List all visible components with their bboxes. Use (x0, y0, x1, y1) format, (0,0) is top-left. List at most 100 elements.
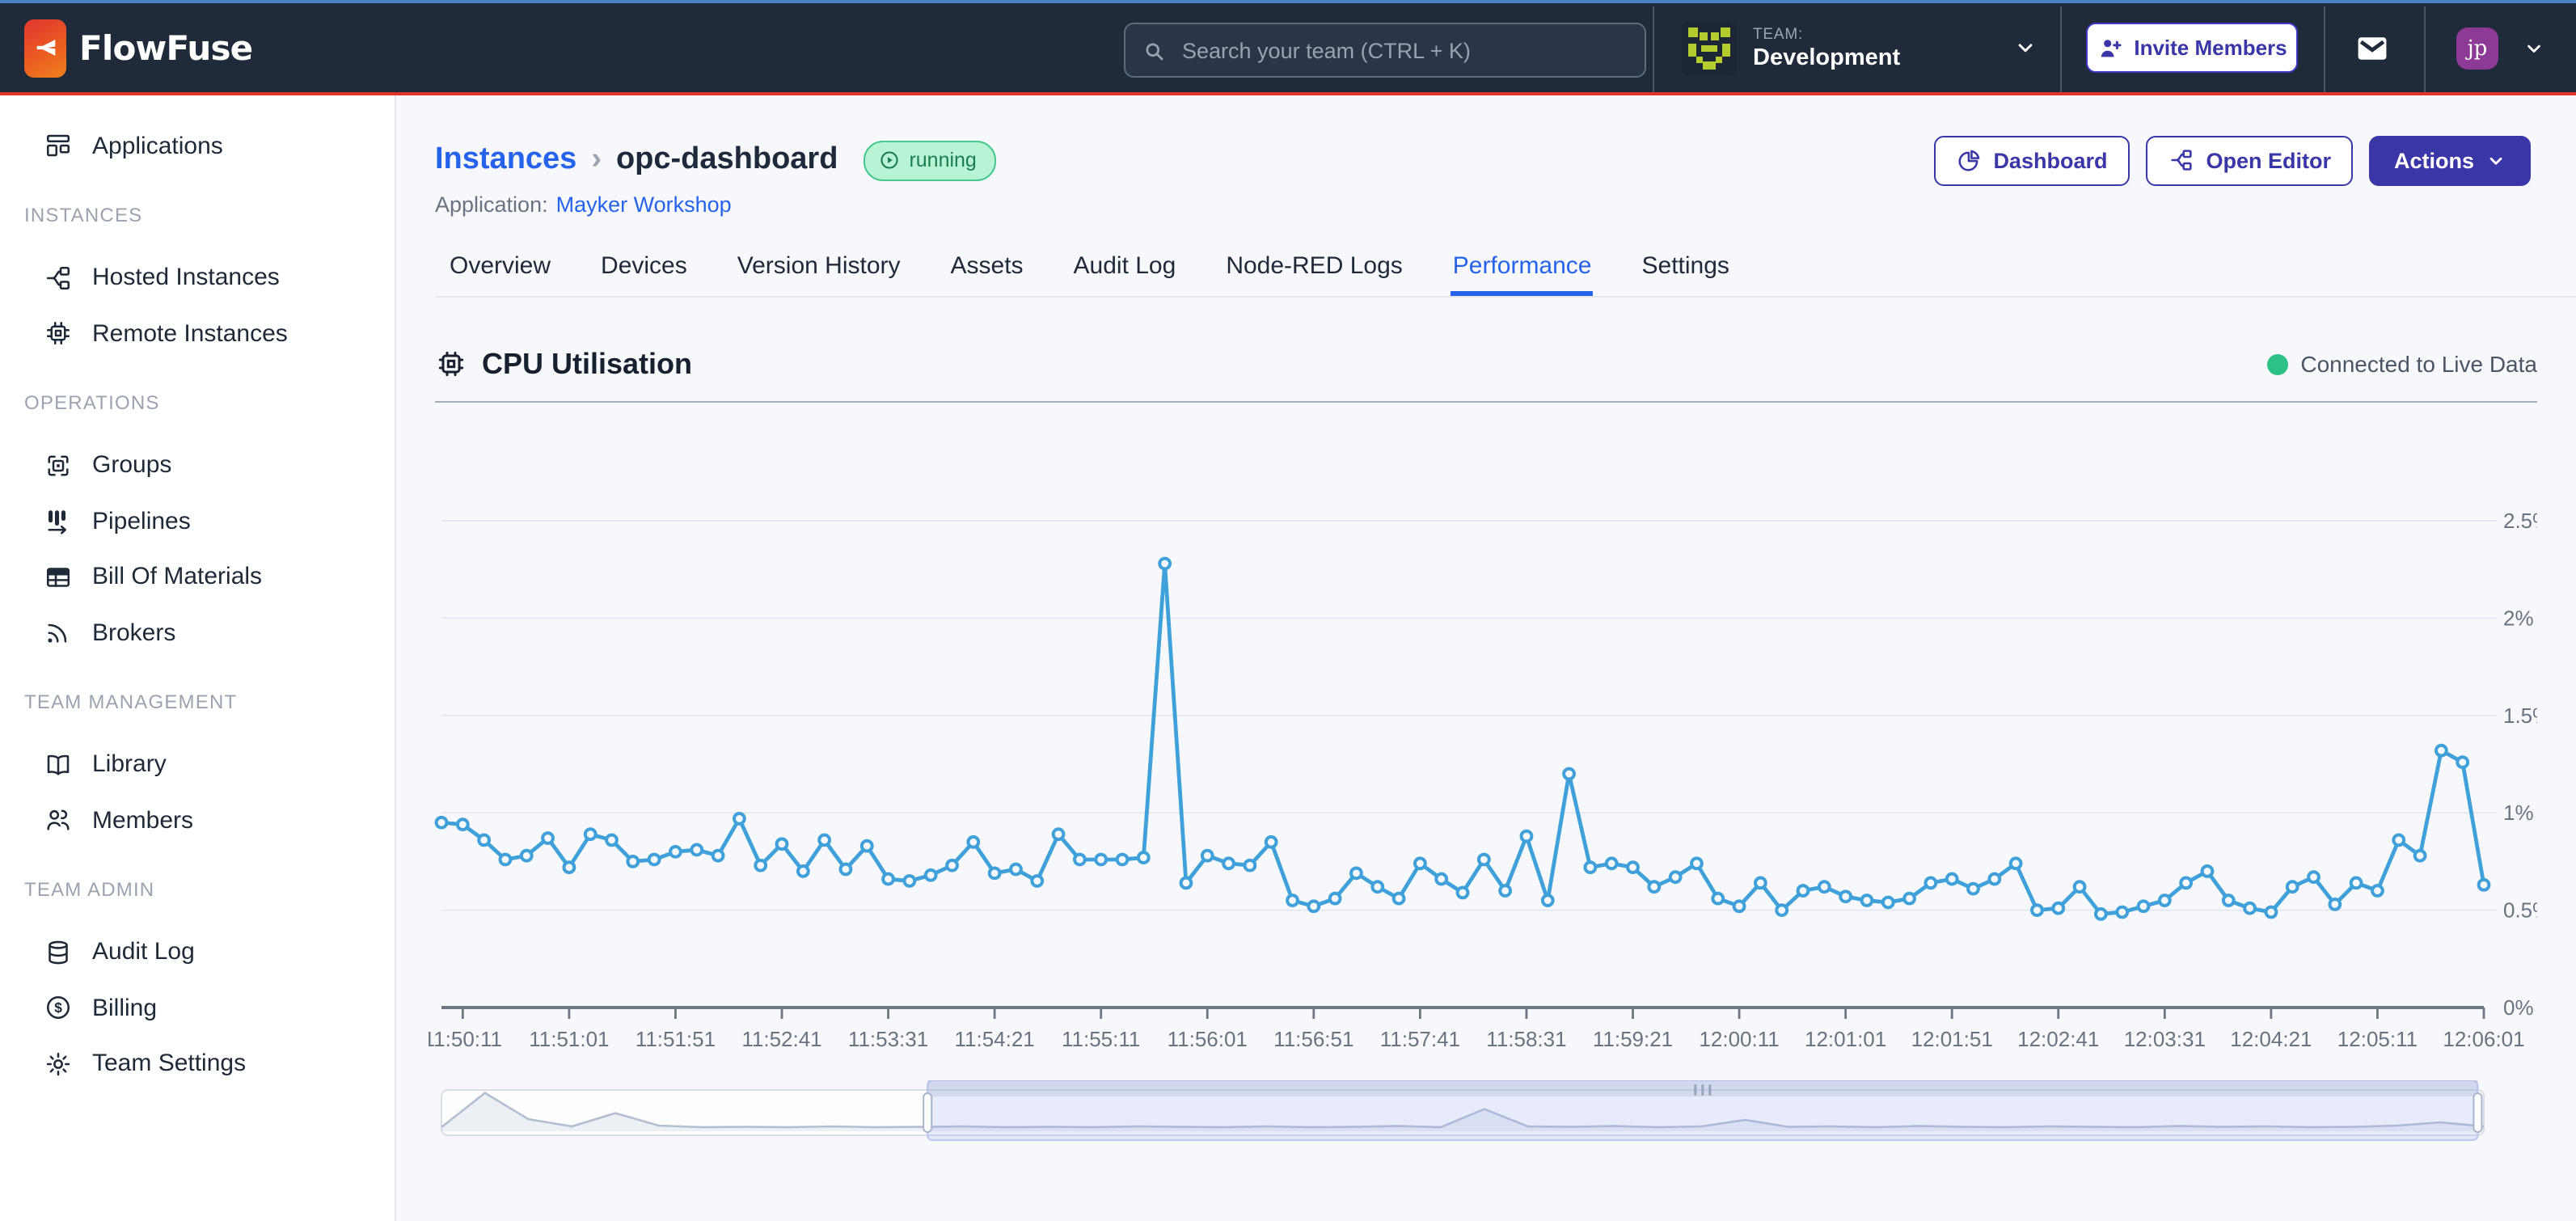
data-point[interactable] (1734, 901, 1745, 911)
data-point[interactable] (1372, 881, 1383, 892)
tab-audit-log[interactable]: Audit Log (1072, 243, 1178, 296)
data-point[interactable] (1564, 769, 1574, 779)
data-point[interactable] (819, 835, 830, 846)
tab-assets[interactable]: Assets (949, 243, 1025, 296)
tab-overview[interactable]: Overview (448, 243, 552, 296)
sidebar-item-audit-log[interactable]: Audit Log (0, 924, 395, 980)
data-point[interactable] (691, 845, 702, 856)
data-point[interactable] (968, 837, 978, 847)
application-link[interactable]: Mayker Workshop (556, 192, 732, 216)
sidebar-item-brokers[interactable]: Brokers (0, 605, 395, 661)
open-editor-button[interactable]: Open Editor (2146, 135, 2354, 185)
sidebar-item-members[interactable]: Members (0, 792, 395, 848)
data-point[interactable] (1138, 852, 1149, 863)
data-point[interactable] (2308, 872, 2319, 882)
data-point[interactable] (1436, 874, 1446, 885)
data-point[interactable] (1479, 855, 1489, 865)
data-point[interactable] (1330, 894, 1341, 904)
data-point[interactable] (1543, 895, 1553, 906)
data-point[interactable] (1202, 851, 1213, 861)
data-point[interactable] (1776, 905, 1787, 915)
data-point[interactable] (1181, 877, 1192, 888)
data-point[interactable] (2393, 835, 2404, 846)
sidebar-item-hosted-instances[interactable]: Hosted Instances (0, 250, 395, 306)
data-point[interactable] (904, 876, 914, 886)
data-point[interactable] (2181, 877, 2191, 888)
data-point[interactable] (926, 870, 936, 881)
data-point[interactable] (1968, 884, 1978, 894)
data-point[interactable] (522, 851, 532, 861)
data-point[interactable] (2032, 905, 2042, 915)
user-menu-chevron-down-icon[interactable] (2523, 37, 2545, 68)
data-point[interactable] (1011, 864, 1021, 875)
data-point[interactable] (2351, 877, 2362, 888)
data-point[interactable] (1628, 862, 1638, 872)
data-point[interactable] (1819, 881, 1830, 892)
data-point[interactable] (606, 835, 617, 846)
data-point[interactable] (777, 839, 788, 849)
team-selector[interactable]: TEAM: Development (1682, 3, 1900, 92)
data-point[interactable] (1223, 858, 1234, 868)
data-point[interactable] (2457, 757, 2468, 767)
sidebar-item-billing[interactable]: $Billing (0, 980, 395, 1036)
tab-version-history[interactable]: Version History (736, 243, 902, 296)
data-point[interactable] (1925, 877, 1936, 888)
data-point[interactable] (2436, 746, 2447, 756)
tab-performance[interactable]: Performance (1451, 243, 1594, 296)
data-point[interactable] (734, 813, 745, 824)
data-point[interactable] (627, 856, 638, 867)
data-point[interactable] (543, 833, 553, 843)
sidebar-item-pipelines[interactable]: Pipelines (0, 493, 395, 549)
brand-logo[interactable]: FlowFuse (24, 3, 252, 92)
data-point[interactable] (2096, 909, 2106, 919)
data-point[interactable] (1394, 894, 1404, 904)
data-point[interactable] (1522, 831, 1532, 842)
data-point[interactable] (1458, 888, 1468, 898)
data-point[interactable] (1500, 885, 1510, 896)
sidebar-item-bill-of-materials[interactable]: Bill Of Materials (0, 549, 395, 605)
data-point[interactable] (862, 841, 872, 851)
data-point[interactable] (1947, 874, 1957, 885)
data-point[interactable] (798, 866, 809, 877)
data-point[interactable] (2075, 881, 2085, 892)
data-point[interactable] (1989, 874, 2000, 885)
data-point[interactable] (1607, 858, 1617, 868)
data-point[interactable] (1351, 868, 1362, 878)
data-point[interactable] (1755, 877, 1766, 888)
tab-settings[interactable]: Settings (1641, 243, 1731, 296)
data-point[interactable] (500, 855, 511, 865)
data-point[interactable] (1712, 894, 1723, 904)
data-point[interactable] (1585, 862, 1595, 872)
data-point[interactable] (1032, 876, 1042, 886)
data-point[interactable] (2244, 903, 2255, 914)
team-chevron-down-icon[interactable] (2013, 36, 2038, 68)
data-point[interactable] (1308, 901, 1319, 911)
data-point[interactable] (2223, 895, 2234, 906)
data-point[interactable] (2053, 903, 2063, 914)
drag-handle-icon[interactable] (1701, 1084, 1704, 1096)
data-point[interactable] (585, 829, 596, 839)
drag-handle-icon[interactable] (1708, 1084, 1711, 1096)
data-point[interactable] (1159, 559, 1170, 569)
data-point[interactable] (2287, 881, 2298, 892)
data-point[interactable] (1415, 858, 1425, 868)
user-avatar[interactable]: jp (2456, 27, 2498, 70)
tab-node-red-logs[interactable]: Node-RED Logs (1224, 243, 1404, 296)
data-point[interactable] (2139, 901, 2149, 911)
actions-button[interactable]: Actions (2370, 135, 2531, 185)
data-point[interactable] (1266, 837, 1277, 847)
data-point[interactable] (1670, 872, 1681, 882)
data-point[interactable] (2329, 899, 2340, 910)
data-point[interactable] (1862, 895, 1873, 906)
data-point[interactable] (479, 835, 489, 846)
data-point[interactable] (2011, 858, 2021, 868)
data-point[interactable] (1096, 855, 1106, 865)
data-point[interactable] (713, 851, 724, 861)
data-point[interactable] (1117, 855, 1128, 865)
drag-handle-icon[interactable] (1694, 1084, 1696, 1096)
dashboard-button[interactable]: Dashboard (1933, 135, 2130, 185)
data-point[interactable] (1883, 898, 1894, 908)
data-point[interactable] (1075, 855, 1085, 865)
team-search[interactable] (1124, 23, 1646, 78)
data-point[interactable] (841, 864, 851, 875)
